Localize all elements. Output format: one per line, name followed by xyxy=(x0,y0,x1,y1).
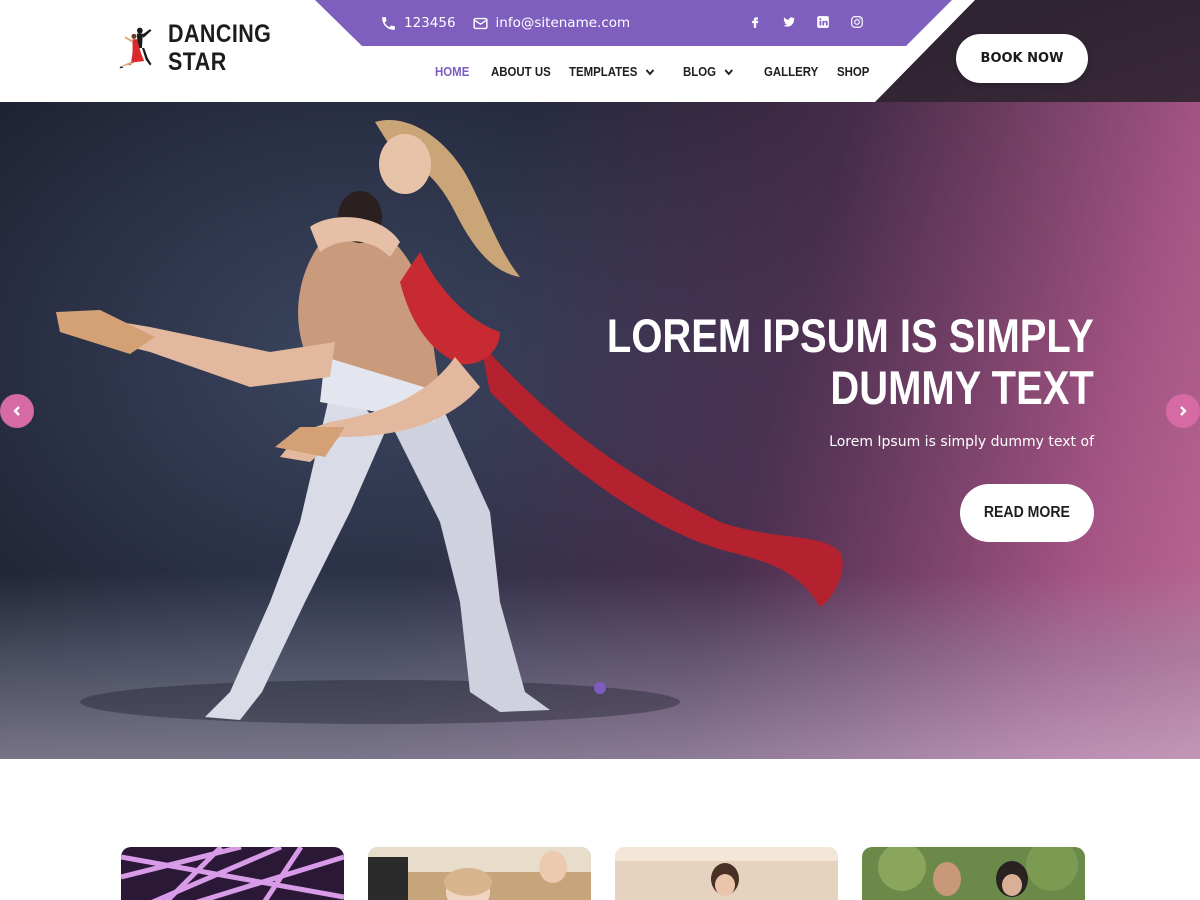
nav-item-label: BLOG xyxy=(683,64,717,79)
chevron-left-icon xyxy=(13,406,20,416)
logo[interactable]: DANCING STAR xyxy=(118,16,288,80)
read-more-button[interactable]: READ MORE xyxy=(960,484,1094,542)
facebook-link[interactable] xyxy=(746,13,764,31)
twitter-link[interactable] xyxy=(780,13,798,31)
dancers-logo-icon xyxy=(119,27,152,69)
linkedin-icon xyxy=(817,16,829,28)
slider-dot-active[interactable] xyxy=(594,682,606,694)
card-image-laser[interactable] xyxy=(121,847,344,900)
phone-icon xyxy=(382,16,395,30)
nav-item-shop[interactable]: SHOP xyxy=(837,64,872,79)
laser-lights-image xyxy=(121,847,344,900)
brand-name-line2: STAR xyxy=(167,48,227,76)
nav-item-label: GALLERY xyxy=(764,64,819,79)
nav-item-blog[interactable]: BLOG xyxy=(683,64,754,79)
nav-item-templates[interactable]: TEMPLATES xyxy=(569,64,669,79)
hero-title-line1: LOREM IPSUM IS SIMPLY xyxy=(607,309,1094,362)
nav-item-label: ABOUT US xyxy=(491,64,551,79)
nav-item-label: TEMPLATES xyxy=(569,64,638,79)
nav-item-about-us[interactable]: ABOUT US xyxy=(491,64,560,79)
linkedin-link[interactable] xyxy=(814,13,832,31)
card-image-ballet[interactable] xyxy=(615,847,838,900)
dance-class-image xyxy=(368,847,591,900)
hero-slider: LOREM IPSUM IS SIMPLY DUMMY TEXT Lorem I… xyxy=(0,102,1200,759)
facebook-icon xyxy=(752,17,759,28)
hero-subtitle: Lorem Ipsum is simply dummy text of xyxy=(829,434,1094,450)
book-now-button[interactable]: BOOK NOW xyxy=(956,34,1088,83)
brand-name: DANCING STAR xyxy=(168,20,271,76)
nav-item-label: SHOP xyxy=(837,64,870,79)
hero-title-line2: DUMMY TEXT xyxy=(830,361,1094,414)
ballet-image xyxy=(615,847,838,900)
nav-item-label: HOME xyxy=(435,64,470,79)
envelope-icon xyxy=(472,17,488,29)
slider-next-button[interactable] xyxy=(1166,394,1200,428)
twitter-icon xyxy=(783,17,796,27)
card-image-wedding[interactable] xyxy=(862,847,1085,900)
contact-bar: 123456 info@sitename.com xyxy=(380,12,630,34)
instagram-icon xyxy=(851,16,863,28)
chevron-right-icon xyxy=(1180,406,1187,416)
nav-item-home[interactable]: HOME xyxy=(435,64,484,79)
hero-dancers-image xyxy=(56,120,843,724)
phone-number: 123456 xyxy=(404,15,456,31)
read-more-label: READ MORE xyxy=(983,504,1071,521)
hero-title: LOREM IPSUM IS SIMPLY DUMMY TEXT xyxy=(607,310,1094,414)
slider-prev-button[interactable] xyxy=(0,394,34,428)
email-address: info@sitename.com xyxy=(495,15,631,31)
chevron-down-icon[interactable] xyxy=(723,66,734,78)
social-links xyxy=(746,13,866,31)
email-contact[interactable]: info@sitename.com xyxy=(472,15,631,32)
phone-contact[interactable]: 123456 xyxy=(380,15,456,32)
card-image-class[interactable] xyxy=(368,847,591,900)
brand-name-line1: DANCING xyxy=(167,20,272,48)
feature-cards xyxy=(121,847,1085,900)
instagram-link[interactable] xyxy=(848,13,866,31)
main-nav: HOME ABOUT US TEMPLATES BLOG GALLERY SHO… xyxy=(435,64,877,79)
wedding-dance-image xyxy=(862,847,1085,900)
chevron-down-icon[interactable] xyxy=(644,66,655,78)
nav-item-gallery[interactable]: GALLERY xyxy=(764,64,828,79)
